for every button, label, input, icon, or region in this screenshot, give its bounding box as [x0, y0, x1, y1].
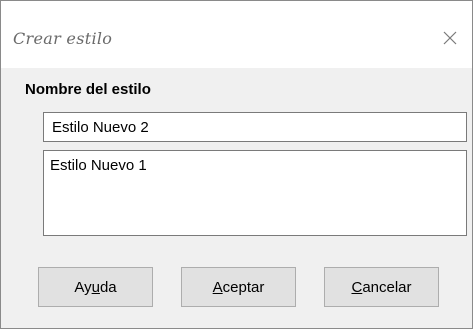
- help-button-label-pre: Ay: [74, 278, 92, 296]
- cancel-button[interactable]: Cancelar: [324, 267, 439, 307]
- cancel-button-label-post: ancelar: [362, 278, 412, 296]
- style-name-label: Nombre del estilo: [25, 81, 151, 98]
- style-name-input[interactable]: [43, 112, 467, 142]
- title-bar: Crear estilo: [1, 1, 472, 68]
- help-button[interactable]: Ay u da: [38, 267, 153, 307]
- dialog-content: Nombre del estilo Estilo Nuevo 1 Ayuda A…: [1, 68, 472, 328]
- help-button-mnemonic: u: [91, 278, 100, 296]
- accept-button-mnemonic: A: [212, 278, 223, 296]
- accept-button[interactable]: Aceptar: [181, 267, 296, 307]
- existing-styles-list[interactable]: Estilo Nuevo 1: [43, 150, 467, 236]
- dialog-title: Crear estilo: [13, 29, 113, 48]
- cancel-button-mnemonic: C: [351, 278, 363, 296]
- create-style-dialog: Crear estilo Nombre del estilo Estilo Nu…: [0, 0, 473, 329]
- close-icon[interactable]: [438, 26, 462, 50]
- help-button-label-post: da: [99, 278, 117, 296]
- list-item[interactable]: Estilo Nuevo 1: [50, 157, 147, 174]
- accept-button-label-post: ceptar: [222, 278, 265, 296]
